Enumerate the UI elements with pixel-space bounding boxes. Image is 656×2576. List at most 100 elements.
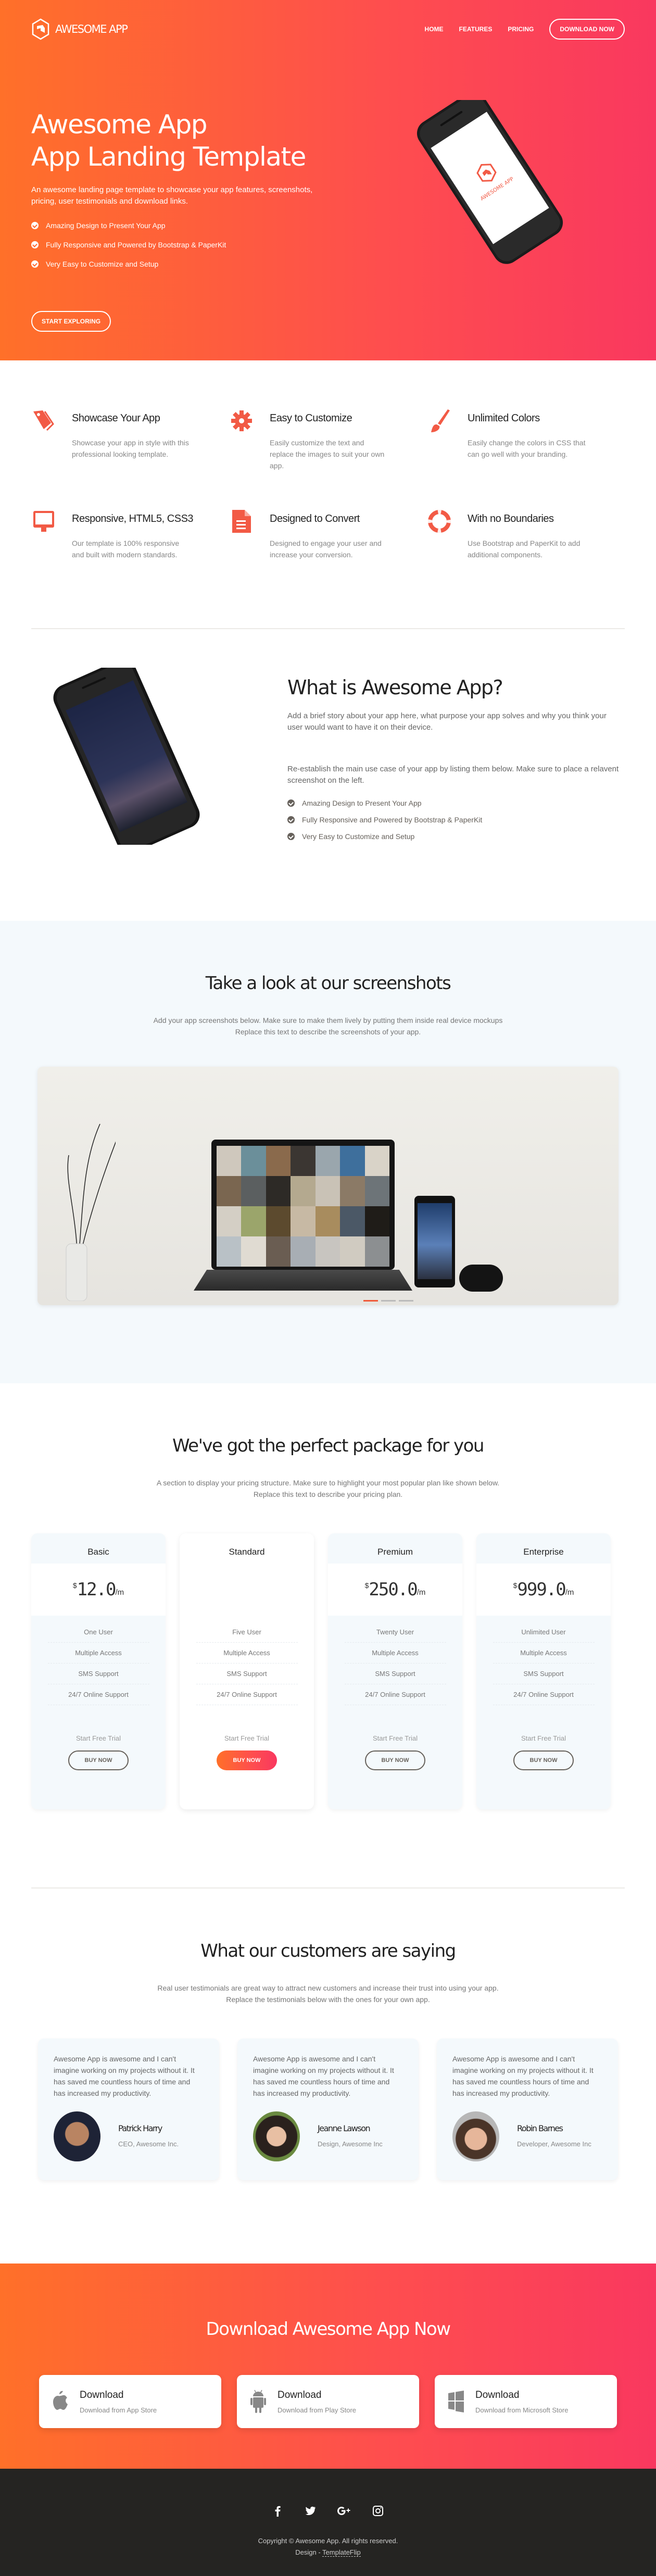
start-free-trial-link[interactable]: Start Free Trial xyxy=(31,1734,166,1742)
testimonial-person: Robin Barnes Developer, Awesome Inc xyxy=(452,2111,602,2161)
document-icon xyxy=(229,509,254,534)
about-paragraph: Add a brief story about your app here, w… xyxy=(287,711,607,732)
feature-item: Responsive, HTML5, CSS3 Our template is 1… xyxy=(31,509,229,560)
plan-feature: SMS Support xyxy=(47,1664,149,1684)
carousel-indicator[interactable] xyxy=(399,1300,413,1302)
screen-thumbnail xyxy=(241,1206,266,1236)
start-free-trial-link[interactable]: Start Free Trial xyxy=(328,1734,462,1742)
pricing-card: Enterprise $ 999.0 /m Unlimited User Mult… xyxy=(476,1533,611,1809)
plan-feature: Multiple Access xyxy=(47,1643,149,1664)
nav-pricing[interactable]: PRICING xyxy=(508,26,534,33)
check-text: Amazing Design to Present Your App xyxy=(46,221,166,230)
price-amount: 12.0 xyxy=(77,1579,117,1600)
screen-thumbnail xyxy=(315,1146,340,1176)
paintbrush-icon xyxy=(427,408,452,433)
buy-now-button[interactable]: BUY NOW xyxy=(217,1750,277,1770)
start-exploring-button[interactable]: START EXPLORING xyxy=(31,311,111,332)
feature-title: Showcase Your App xyxy=(72,412,160,424)
feature-item: Designed to Convert Designed to engage yo… xyxy=(229,509,427,560)
screen-thumbnail xyxy=(315,1206,340,1236)
screen-thumbnail xyxy=(291,1236,316,1267)
screen-thumbnail xyxy=(217,1146,242,1176)
download-microsoft-store-button[interactable]: Download Download from Microsoft Store xyxy=(435,2375,617,2428)
laptop-keyboard xyxy=(194,1270,412,1291)
plan-name: Basic xyxy=(87,1547,109,1557)
testimonial-quote: Awesome App is awesome and I can't imagi… xyxy=(54,2055,195,2097)
apple-icon xyxy=(53,2391,68,2410)
pricing-grid: Basic $ 12.0 /m One User Multiple Access S… xyxy=(31,1533,625,1809)
plan-features: Twenty User Multiple Access SMS Support 24/… xyxy=(344,1622,446,1705)
screen-thumbnail xyxy=(241,1146,266,1176)
logo-icon xyxy=(32,18,49,40)
about-phone-image xyxy=(53,668,200,845)
check-circle-icon xyxy=(31,241,39,248)
testimonial-card: Awesome App is awesome and I can't imagi… xyxy=(38,2039,219,2180)
twitter-icon[interactable] xyxy=(305,2505,316,2517)
testimonials-subtitle: Real user testimonials are great way to … xyxy=(0,1982,656,2005)
plan-feature: Five User xyxy=(196,1622,298,1643)
person-name: Patrick Harry xyxy=(118,2123,162,2133)
download-now-button[interactable]: DOWNLOAD NOW xyxy=(549,19,625,40)
feature-title: Easy to Customize xyxy=(270,412,352,424)
price-currency: $ xyxy=(221,1581,225,1590)
start-free-trial-link[interactable]: Start Free Trial xyxy=(180,1734,314,1742)
subtitle-line: Replace this text to describe your prici… xyxy=(253,1490,403,1498)
avatar xyxy=(253,2111,300,2161)
buy-now-button[interactable]: BUY NOW xyxy=(68,1750,129,1770)
about-text: What is Awesome App? Add a brief story a… xyxy=(287,676,621,845)
instagram-icon[interactable] xyxy=(372,2505,384,2517)
screenshots-section: Take a look at our screenshots Add your … xyxy=(0,921,656,1383)
download-subtitle-text: Download from Microsoft Store xyxy=(475,2406,569,2414)
about-section: What is Awesome App? Add a brief story a… xyxy=(0,629,656,921)
facebook-icon[interactable] xyxy=(272,2505,284,2517)
price-currency: $ xyxy=(72,1581,77,1590)
download-app-store-button[interactable]: Download Download from App Store xyxy=(39,2375,221,2428)
screen-thumbnail xyxy=(266,1146,291,1176)
subtitle-line: Replace the testimonials below with the … xyxy=(226,1995,430,2004)
nav-home[interactable]: HOME xyxy=(425,26,444,33)
screen-thumbnail xyxy=(217,1176,242,1206)
start-free-trial-link[interactable]: Start Free Trial xyxy=(476,1734,611,1742)
screen-thumbnail xyxy=(217,1206,242,1236)
screen-thumbnail xyxy=(364,1206,389,1236)
screen-thumbnail xyxy=(340,1236,365,1267)
social-links xyxy=(0,2505,656,2517)
about-paragraph: Re-establish the main use case of your a… xyxy=(287,765,619,785)
google-plus-icon[interactable] xyxy=(337,2505,351,2517)
check-circle-icon xyxy=(31,260,39,268)
buy-now-button[interactable]: BUY NOW xyxy=(513,1750,574,1770)
buy-now-button[interactable]: BUY NOW xyxy=(365,1750,425,1770)
templateflip-link[interactable]: TemplateFlip xyxy=(322,2548,361,2557)
nav-features[interactable]: FEATURES xyxy=(459,26,493,33)
brand[interactable]: AWESOME APP xyxy=(31,18,128,40)
check-circle-icon xyxy=(287,816,295,823)
check-circle-icon xyxy=(287,799,295,807)
testimonial-card: Awesome App is awesome and I can't imagi… xyxy=(237,2039,419,2180)
monitor-icon xyxy=(31,509,56,534)
avatar xyxy=(452,2111,499,2161)
design-credit-prefix: Design - xyxy=(295,2548,323,2556)
check-text: Amazing Design to Present Your App xyxy=(302,799,422,807)
screenshot-carousel[interactable] xyxy=(37,1067,619,1305)
plan-name: Standard xyxy=(229,1547,265,1557)
plan-feature: Twenty User xyxy=(344,1622,446,1643)
plan-feature: 24/7 Online Support xyxy=(196,1684,298,1705)
screen-thumbnail xyxy=(217,1236,242,1267)
android-icon xyxy=(250,2390,266,2413)
feature-item: Showcase Your App Showcase your app in st… xyxy=(31,408,229,471)
list-item: Very Easy to Customize and Setup xyxy=(287,828,621,845)
headphones-image xyxy=(459,1265,503,1292)
copyright: Copyright © Awesome App. All rights rese… xyxy=(0,2535,656,2558)
screenshots-title: Take a look at our screenshots xyxy=(205,973,451,994)
check-text: Very Easy to Customize and Setup xyxy=(302,832,415,841)
testimonial-quote: Awesome App is awesome and I can't imagi… xyxy=(452,2055,594,2097)
copyright-text: Copyright © Awesome App. All rights rese… xyxy=(258,2537,398,2545)
person-name: Robin Barnes xyxy=(517,2123,563,2133)
carousel-indicator[interactable] xyxy=(363,1300,378,1302)
download-play-store-button[interactable]: Download Download from Play Store xyxy=(237,2375,419,2428)
price-period: /m xyxy=(263,1587,273,1597)
carousel-indicator[interactable] xyxy=(381,1300,396,1302)
list-item: Amazing Design to Present Your App xyxy=(287,795,621,811)
screen-thumbnail xyxy=(315,1236,340,1267)
feature-text: Showcase your app in style with this pro… xyxy=(72,439,189,458)
